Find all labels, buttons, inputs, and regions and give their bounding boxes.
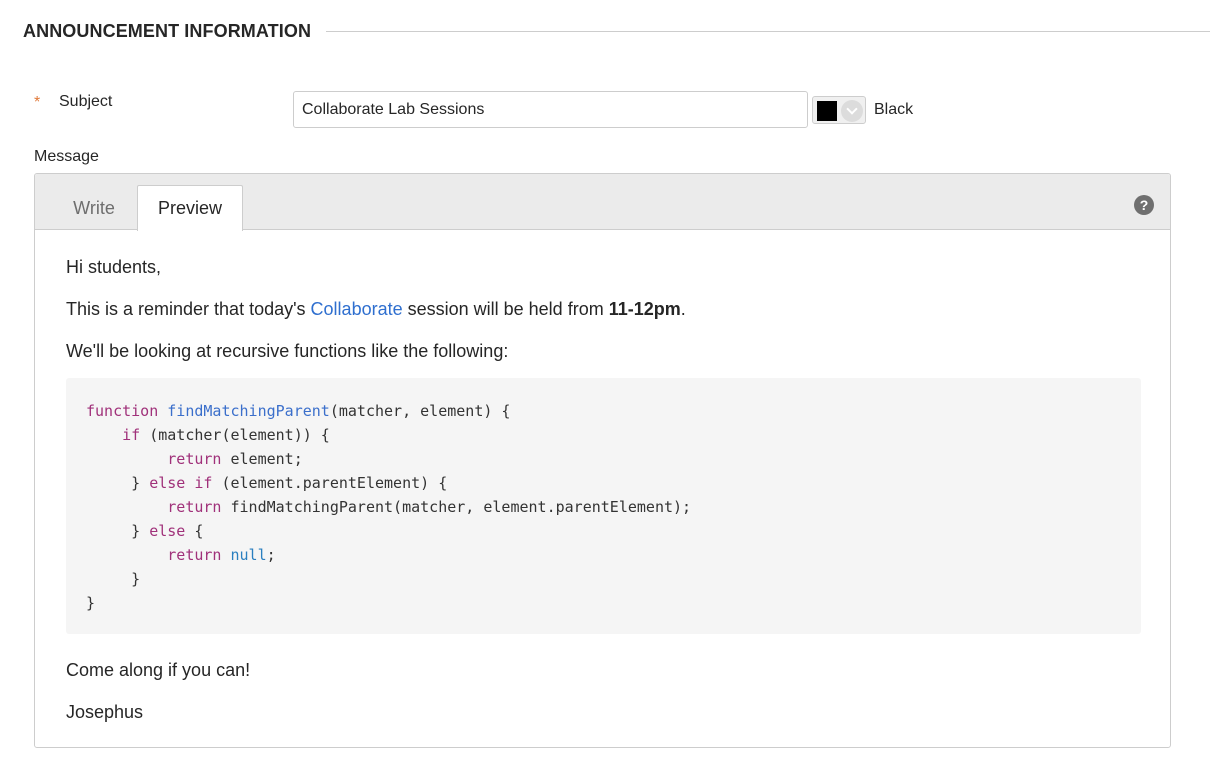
code-text: (matcher, element) { [329, 402, 511, 420]
reminder-paragraph: This is a reminder that today's Collabor… [66, 298, 686, 320]
code-null-literal: null [230, 546, 267, 564]
signature-text: Josephus [66, 702, 144, 722]
code-text: (matcher(element)) { [140, 426, 330, 444]
tab-write[interactable]: Write [51, 185, 137, 231]
message-label: Message [34, 148, 99, 165]
subject-input[interactable] [293, 91, 808, 128]
closing-text: Come along if you can! [66, 660, 251, 680]
code-block: function findMatchingParent(matcher, ele… [66, 378, 1141, 634]
code-keyword: else if [149, 474, 213, 492]
code-keyword: return [167, 450, 222, 468]
code-listing: function findMatchingParent(matcher, ele… [86, 399, 691, 615]
editor-tab-bar: Write Preview ? [35, 174, 1170, 231]
code-text: findMatchingParent(matcher, element.pare… [221, 498, 692, 516]
code-keyword: if [122, 426, 141, 444]
reminder-text-end: . [680, 299, 686, 319]
message-editor: Write Preview ? Hi students, This is a r… [34, 173, 1171, 748]
code-text: } [86, 594, 96, 612]
code-text: { [185, 522, 204, 540]
color-name: Black [874, 101, 914, 118]
color-picker[interactable] [812, 96, 866, 124]
subject-label: Subject [59, 93, 113, 110]
chevron-down-icon [841, 100, 863, 122]
subject-row: * Subject Black [34, 91, 934, 129]
code-keyword: else [149, 522, 186, 540]
session-time: 11-12pm [608, 299, 681, 319]
code-indent: } [86, 522, 150, 540]
code-keyword: function [86, 402, 159, 420]
code-keyword: return [167, 546, 222, 564]
greeting-text: Hi students, [66, 257, 162, 277]
code-text: (element.parentElement) { [212, 474, 448, 492]
section-header: ANNOUNCEMENT INFORMATION [23, 20, 1210, 42]
code-indent: } [86, 474, 150, 492]
code-text: element; [221, 450, 303, 468]
intro-text: We'll be looking at recursive functions … [66, 341, 509, 361]
code-text: } [86, 570, 141, 588]
color-swatch [817, 101, 837, 121]
section-divider [326, 30, 1210, 32]
reminder-text-middle: session will be held from [402, 299, 609, 319]
tab-preview[interactable]: Preview [137, 185, 243, 231]
required-indicator: * [34, 94, 41, 111]
collaborate-link[interactable]: Collaborate [311, 299, 403, 319]
reminder-text-start: This is a reminder that today's [66, 299, 311, 319]
code-text: ; [266, 546, 276, 564]
help-icon[interactable]: ? [1134, 195, 1154, 215]
code-function-name: findMatchingParent [167, 402, 330, 420]
section-title: ANNOUNCEMENT INFORMATION [23, 20, 312, 41]
code-keyword: return [167, 498, 222, 516]
